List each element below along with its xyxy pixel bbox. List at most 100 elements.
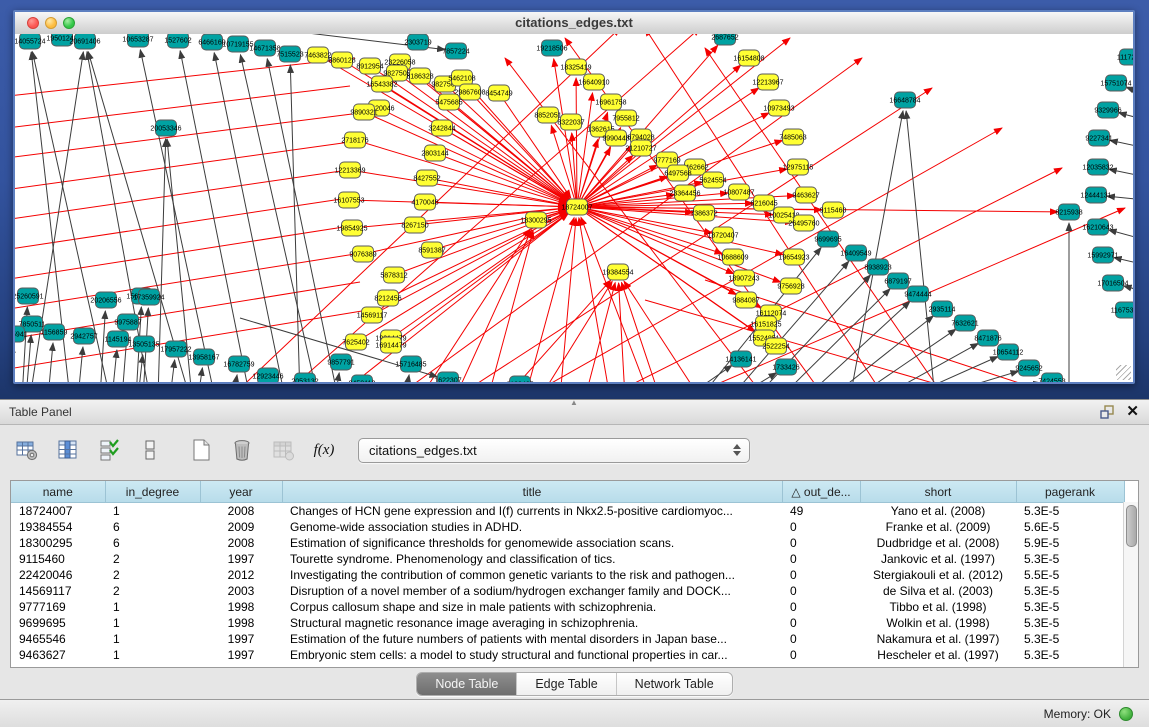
table-cell[interactable]: 5.3E-5	[1016, 615, 1124, 631]
scrollbar-thumb[interactable]	[1126, 505, 1137, 547]
table-cell[interactable]: 6	[105, 535, 200, 551]
graph-node[interactable]: 2718176	[341, 132, 368, 148]
graph-node[interactable]: 8591387	[418, 242, 445, 258]
table-cell[interactable]: Tibbo et al. (1998)	[860, 599, 1016, 615]
graph-node[interactable]: 2942757	[70, 328, 97, 344]
tab-network-table[interactable]: Network Table	[616, 673, 732, 695]
table-cell[interactable]: 19384554	[11, 519, 105, 535]
table-cell[interactable]: 0	[782, 599, 860, 615]
graph-node[interactable]: 1622307	[434, 372, 461, 382]
table-cell[interactable]: 2003	[200, 583, 282, 599]
graph-node[interactable]: 15751074	[1100, 75, 1131, 91]
graph-edge[interactable]	[15, 254, 355, 312]
graph-node[interactable]: 14136141	[725, 351, 756, 367]
graph-edge[interactable]	[445, 84, 569, 200]
graph-node[interactable]: 1527602	[164, 34, 191, 48]
graph-node[interactable]: 9474444	[904, 286, 931, 302]
graph-edge[interactable]	[233, 375, 237, 382]
graph-node[interactable]: 1156859	[41, 324, 68, 340]
table-cell[interactable]: Corpus callosum shape and size in male p…	[282, 599, 782, 615]
graph-node[interactable]: 14055724	[15, 34, 46, 49]
graph-node[interactable]: 13505135	[128, 336, 159, 352]
graph-node[interactable]: 1733426	[772, 359, 799, 375]
graph-node[interactable]: 2935114	[929, 301, 956, 317]
graph-node[interactable]: 12444131	[1080, 187, 1111, 203]
table-cell[interactable]: 1	[105, 503, 200, 520]
graph-node[interactable]: 9990448	[602, 130, 629, 146]
graph-edge[interactable]	[15, 226, 350, 282]
graph-edge[interactable]	[1126, 87, 1133, 95]
graph-node[interactable]: 7625402	[342, 334, 369, 350]
graph-node[interactable]: 9076389	[349, 246, 376, 262]
table-cell[interactable]: Dudbridge et al. (2008)	[860, 535, 1016, 551]
graph-edge[interactable]	[624, 281, 700, 382]
graph-node[interactable]: 5878312	[380, 267, 407, 283]
graph-node[interactable]: 7386372	[690, 205, 717, 221]
float-panel-icon[interactable]	[1099, 404, 1115, 420]
graph-node[interactable]: 7857224	[442, 43, 469, 59]
graph-node[interactable]: 9857791	[327, 354, 354, 370]
graph-node[interactable]: 16409549	[840, 245, 871, 261]
column-header[interactable]: title	[282, 481, 782, 503]
table-cell[interactable]: Wolkin et al. (1998)	[860, 615, 1016, 631]
close-window-button[interactable]	[27, 17, 39, 29]
import-table-button[interactable]	[270, 437, 296, 463]
table-cell[interactable]: 1997	[200, 647, 282, 663]
graph-node[interactable]: 8186328	[406, 68, 433, 84]
table-row[interactable]: 911546021997Tourette syndrome. Phenomeno…	[11, 551, 1124, 567]
table-cell[interactable]: 1	[105, 615, 200, 631]
table-cell[interactable]: 5.3E-5	[1016, 599, 1124, 615]
graph-node[interactable]: 9115460	[820, 202, 847, 218]
graph-node[interactable]: 1117264	[1117, 49, 1133, 65]
table-row[interactable]: 946362711997Embryonic stem cells: a mode…	[11, 647, 1124, 663]
graph-node[interactable]: 12035832	[1082, 159, 1113, 175]
close-panel-icon[interactable]: ✕	[1126, 402, 1139, 422]
delete-table-button[interactable]	[229, 437, 255, 463]
graph-node[interactable]: 6879197	[884, 273, 911, 289]
table-cell[interactable]: Investigating the contribution of common…	[282, 567, 782, 583]
graph-node[interactable]: 15716485	[395, 356, 426, 372]
function-builder-button[interactable]: f(x)	[311, 437, 337, 463]
tab-edge-table[interactable]: Edge Table	[516, 673, 615, 695]
graph-node[interactable]: 8322037	[557, 114, 584, 130]
graph-node[interactable]: 8912954	[356, 58, 383, 74]
minimize-window-button[interactable]	[45, 17, 57, 29]
table-cell[interactable]: 9699695	[11, 615, 105, 631]
graph-edge[interactable]	[15, 86, 350, 130]
create-table-button[interactable]	[188, 437, 214, 463]
table-cell[interactable]: Embryonic stem cells: a model to study s…	[282, 647, 782, 663]
graph-node[interactable]: 20053346	[150, 120, 181, 136]
table-cell[interactable]: 2008	[200, 535, 282, 551]
graph-edge[interactable]	[26, 335, 31, 382]
graph-node[interactable]: 8427552	[413, 170, 440, 186]
table-cell[interactable]: 5.3E-5	[1016, 583, 1124, 599]
graph-node[interactable]: 2053132	[291, 373, 318, 382]
graph-node[interactable]: 17016504	[1097, 275, 1128, 291]
window-titlebar[interactable]: citations_edges.txt	[15, 12, 1133, 35]
select-columns-button[interactable]	[55, 437, 81, 463]
table-cell[interactable]: 18300295	[11, 535, 105, 551]
graph-node[interactable]: 8471876	[974, 330, 1001, 346]
graph-edge[interactable]	[435, 153, 567, 203]
maximize-window-button[interactable]	[63, 17, 75, 29]
graph-edge[interactable]	[170, 360, 175, 382]
table-cell[interactable]: 0	[782, 583, 860, 599]
table-cell[interactable]: 1997	[200, 551, 282, 567]
graph-node[interactable]: 16782759	[223, 356, 254, 372]
graph-node[interactable]: 16210643	[1082, 219, 1113, 235]
column-header[interactable]: in_degree	[105, 481, 200, 503]
graph-edge[interactable]	[180, 51, 250, 382]
graph-edge[interactable]	[855, 329, 956, 382]
splitter-handle-icon[interactable]: ▲	[566, 400, 582, 406]
table-cell[interactable]: Changes of HCN gene expression and I(f) …	[282, 503, 782, 520]
table-row[interactable]: 1938455462009Genome-wide association stu…	[11, 519, 1124, 535]
graph-node[interactable]: 7515523	[276, 46, 303, 62]
graph-edge[interactable]	[619, 283, 625, 382]
graph-edge[interactable]	[455, 230, 531, 382]
graph-node[interactable]: 8123405	[506, 376, 533, 382]
graph-node[interactable]: 7485063	[779, 129, 806, 145]
table-cell[interactable]: 1997	[200, 631, 282, 647]
graph-edge[interactable]	[240, 55, 318, 382]
graph-edge[interactable]	[540, 281, 612, 382]
graph-edge[interactable]	[15, 310, 368, 372]
